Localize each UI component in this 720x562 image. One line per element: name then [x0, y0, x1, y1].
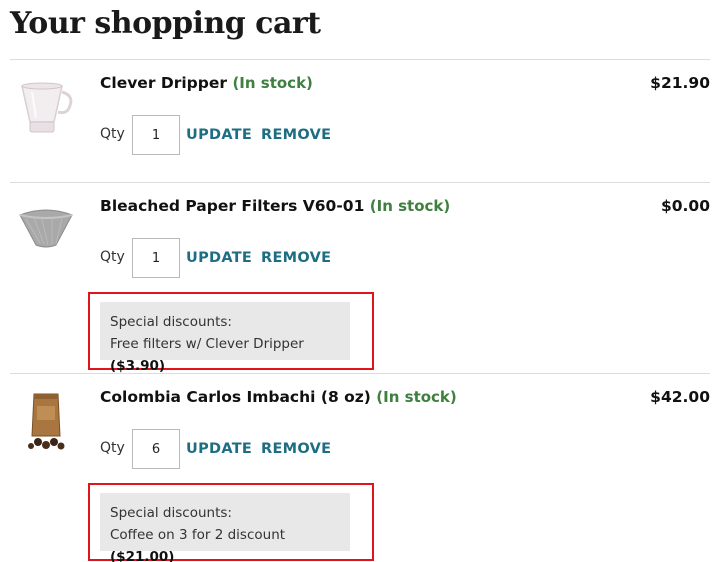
- quantity-input[interactable]: [132, 115, 180, 155]
- cart-item: Colombia Carlos Imbachi (8 oz) (In stock…: [10, 388, 710, 562]
- update-button[interactable]: UPDATE: [186, 441, 252, 457]
- paper-filter-image[interactable]: [16, 201, 80, 265]
- discount-text: Free filters w/ Clever Dripper: [110, 336, 304, 352]
- item-name[interactable]: Colombia Carlos Imbachi (8 oz): [100, 388, 371, 406]
- discount-amount: ($3.90): [110, 358, 166, 374]
- update-button[interactable]: UPDATE: [186, 127, 252, 143]
- divider: [10, 182, 710, 183]
- item-price: $21.90: [650, 74, 710, 92]
- discount-line: Free filters w/ Clever Dripper ($3.90): [110, 333, 340, 377]
- qty-label: Qty: [100, 440, 125, 456]
- item-price: $42.00: [650, 388, 710, 406]
- cart-item: Bleached Paper Filters V60-01 (In stock)…: [10, 197, 710, 374]
- special-discount-box: Special discounts: Coffee on 3 for 2 dis…: [100, 493, 350, 562]
- divider: [10, 59, 710, 60]
- quantity-input[interactable]: [132, 238, 180, 278]
- remove-button[interactable]: REMOVE: [261, 441, 331, 457]
- item-name-line: Colombia Carlos Imbachi (8 oz) (In stock…: [100, 388, 457, 406]
- item-name[interactable]: Clever Dripper: [100, 74, 227, 92]
- stock-status: (In stock): [376, 388, 457, 406]
- discount-text: Coffee on 3 for 2 discount: [110, 527, 286, 543]
- remove-button[interactable]: REMOVE: [261, 127, 331, 143]
- discount-amount: ($21.00): [110, 549, 175, 562]
- divider: [10, 373, 710, 374]
- coffee-bag-image[interactable]: [16, 390, 80, 454]
- update-button[interactable]: UPDATE: [186, 250, 252, 266]
- qty-label: Qty: [100, 249, 125, 265]
- cart-item: Clever Dripper (In stock) $21.90 Qty UPD…: [10, 74, 710, 174]
- special-discount-box: Special discounts: Free filters w/ Cleve…: [100, 302, 350, 374]
- clever-dripper-image[interactable]: [16, 78, 80, 142]
- qty-label: Qty: [100, 126, 125, 142]
- item-name-line: Clever Dripper (In stock): [100, 74, 313, 92]
- item-price: $0.00: [660, 197, 710, 215]
- quantity-input[interactable]: [132, 429, 180, 469]
- discount-line: Coffee on 3 for 2 discount ($21.00): [110, 524, 340, 562]
- item-name-line: Bleached Paper Filters V60-01 (In stock): [100, 197, 450, 215]
- remove-button[interactable]: REMOVE: [261, 250, 331, 266]
- item-name[interactable]: Bleached Paper Filters V60-01: [100, 197, 364, 215]
- discount-heading: Special discounts:: [110, 314, 232, 330]
- page-title: Your shopping cart: [10, 6, 321, 41]
- stock-status: (In stock): [369, 197, 451, 215]
- discount-heading: Special discounts:: [110, 505, 232, 521]
- stock-status: (In stock): [232, 74, 313, 92]
